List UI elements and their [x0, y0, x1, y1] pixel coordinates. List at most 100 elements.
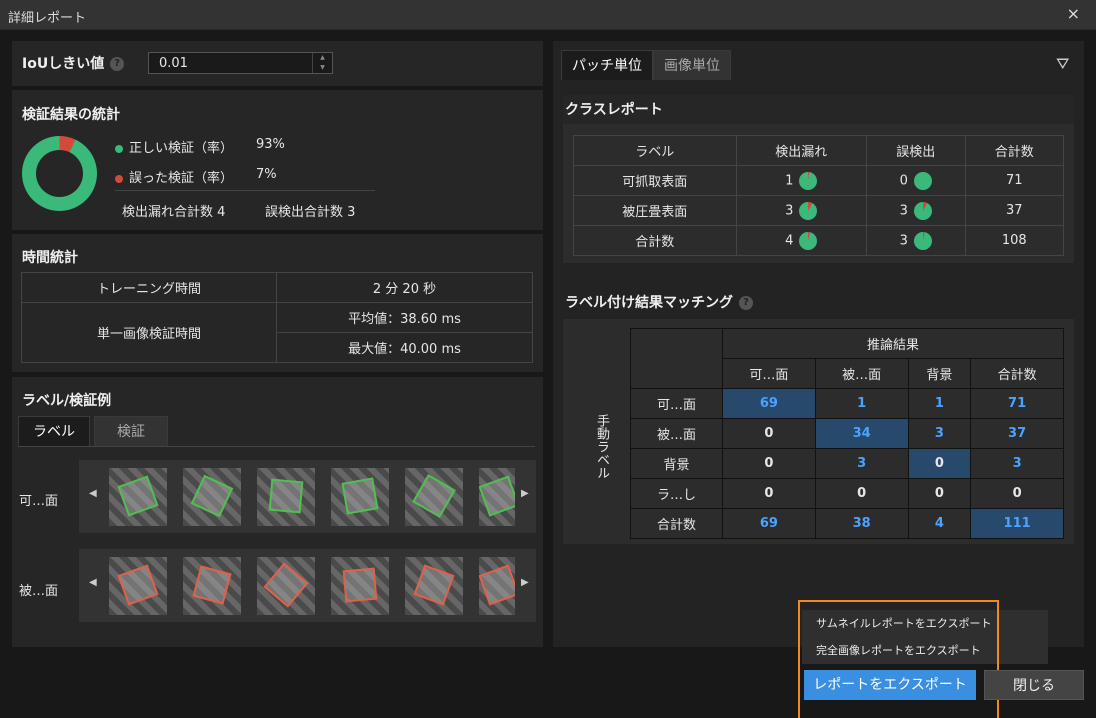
export-report-button[interactable]: レポートをエクスポート — [804, 670, 976, 700]
table-row: 被圧畳表面 3 3 37 — [573, 195, 1064, 226]
iou-input[interactable]: 0.01 ▲ ▼ — [148, 52, 333, 74]
thumbnail[interactable] — [479, 468, 515, 526]
false-detection-total: 誤検出合計数 3 — [265, 205, 356, 220]
row-header: 被…面 — [630, 418, 723, 449]
table-cell: 0 — [814, 478, 909, 509]
table-cell: 1 — [907, 388, 972, 419]
table-cell: 合計数 — [573, 225, 737, 256]
thumbnail-row-1: ◀ ▶ — [79, 460, 536, 533]
table-cell: 3 — [814, 448, 909, 479]
table-cell: 3 — [970, 448, 1064, 479]
thumbnail[interactable] — [331, 468, 389, 526]
thumbnail[interactable] — [257, 468, 315, 526]
table-cell: 69 — [722, 388, 816, 419]
table-cell: 0 — [722, 448, 816, 479]
row-header: 合計数 — [630, 508, 723, 539]
table-cell: 34 — [814, 418, 909, 449]
pie-icon — [799, 231, 818, 250]
thumbnail[interactable] — [331, 557, 389, 615]
table-cell: 可抓取表面 — [573, 165, 737, 196]
row-header: ラ…し — [630, 478, 723, 509]
thumbnail[interactable] — [479, 557, 515, 615]
legend-wrong: 誤った検証（率） 7% — [115, 167, 277, 186]
tab-label[interactable]: ラベル — [18, 416, 90, 446]
next-arrow-icon[interactable]: ▶ — [521, 488, 529, 499]
thumbnail[interactable] — [405, 557, 463, 615]
table-cell: 3 — [785, 203, 794, 218]
thumbnail[interactable] — [109, 468, 167, 526]
table-cell: 0 — [722, 418, 816, 449]
correct-label: 正しい検証（率） — [129, 141, 234, 156]
dialog-body: IoUしきい値? 0.01 ▲ ▼ 検証結果の統計 正しい検証（率） 93% 誤っ… — [0, 30, 1096, 718]
table-cell: 0 — [722, 478, 816, 509]
correct-dot — [115, 144, 123, 153]
table-cell: 111 — [970, 508, 1064, 539]
table-cell: 1 — [814, 388, 909, 419]
example-row-label: 被…面 — [19, 584, 59, 599]
table-cell: 0 — [907, 478, 972, 509]
matching-table: 推論結果 可…面 被…面 背景 合計数 手動ラベル 可…面 69 1 1 71 … — [573, 328, 1064, 539]
tab-image[interactable]: 画像単位 — [653, 50, 731, 80]
table-cell: 4 — [907, 508, 972, 539]
filter-icon[interactable]: ⛛ — [1056, 54, 1069, 74]
class-report-table: ラベル 検出漏れ 誤検出 合計数 可抓取表面 1 0 71 被圧畳表面 3 3 … — [573, 135, 1064, 256]
col-header: 可…面 — [722, 358, 816, 389]
examples-tabs: ラベル 検証 — [18, 416, 168, 446]
close-icon[interactable]: × — [1067, 4, 1080, 23]
next-arrow-icon[interactable]: ▶ — [521, 577, 529, 588]
help-icon[interactable]: ? — [110, 57, 125, 71]
table-row: ラ…し 0 0 0 0 — [573, 478, 1064, 509]
single-time-label: 単一画像検証時間 — [21, 302, 277, 363]
thumbnail[interactable] — [405, 468, 463, 526]
table-cell: 71 — [964, 165, 1064, 196]
table-cell: 1 — [785, 173, 794, 188]
table-cell: 37 — [964, 195, 1064, 226]
prev-arrow-icon[interactable]: ◀ — [89, 488, 97, 499]
table-cell: 3 — [899, 233, 908, 248]
manual-label: 手動ラベル — [594, 414, 609, 479]
thumbnail-row-2: ◀ ▶ — [79, 549, 536, 622]
table-row: 被…面 0 34 3 37 — [573, 418, 1064, 449]
thumbnail[interactable] — [109, 557, 167, 615]
col-header: 合計数 — [970, 358, 1064, 389]
pie-icon — [913, 171, 932, 190]
table-cell: 69 — [722, 508, 816, 539]
missed-total: 検出漏れ合計数 4 — [122, 205, 226, 220]
time-table: トレーニング時間 2 分 20 秒 単一画像検証時間 平均値：38.60 ms 最大… — [21, 272, 533, 363]
iou-panel: IoUしきい値? 0.01 ▲ ▼ — [12, 41, 543, 86]
tab-patch[interactable]: パッチ単位 — [561, 50, 653, 80]
iou-label: IoUしきい値? — [22, 53, 125, 73]
highlight-box — [798, 600, 999, 718]
table-row: 合計数 4 3 108 — [573, 225, 1064, 256]
table-cell: 被圧畳表面 — [573, 195, 737, 226]
help-icon[interactable]: ? — [739, 296, 753, 310]
pie-icon — [799, 171, 818, 190]
spin-arrows[interactable]: ▲ ▼ — [312, 53, 332, 73]
table-row: 合計数 69 38 4 111 — [573, 508, 1064, 539]
col-header: 被…面 — [814, 358, 909, 389]
train-time-value: 2 分 20 秒 — [276, 272, 533, 303]
pie-icon — [913, 201, 932, 220]
prev-arrow-icon[interactable]: ◀ — [89, 577, 97, 588]
close-button[interactable]: 閉じる — [984, 670, 1084, 700]
stats-title: 検証結果の統計 — [22, 107, 120, 123]
table-cell: 71 — [970, 388, 1064, 419]
tab-verify[interactable]: 検証 — [94, 416, 168, 446]
example-row-label: 可…面 — [19, 494, 59, 509]
pie-icon — [913, 231, 932, 250]
title-bar: 詳細レポート × — [0, 0, 1096, 30]
wrong-label: 誤った検証（率） — [129, 171, 234, 186]
table-cell: 3 — [899, 203, 908, 218]
thumbnail[interactable] — [257, 557, 315, 615]
time-title: 時間統計 — [22, 250, 78, 266]
row-header: 背景 — [630, 448, 723, 479]
train-time-label: トレーニング時間 — [21, 272, 277, 303]
examples-title: ラベル/検証例 — [22, 393, 112, 409]
avg-time: 平均値：38.60 ms — [276, 302, 533, 333]
spin-down-icon: ▼ — [320, 64, 325, 71]
table-row: 背景 0 3 0 3 — [573, 448, 1064, 479]
iou-value: 0.01 — [159, 56, 188, 71]
table-cell: 0 — [970, 478, 1064, 509]
thumbnail[interactable] — [183, 468, 241, 526]
thumbnail[interactable] — [183, 557, 241, 615]
